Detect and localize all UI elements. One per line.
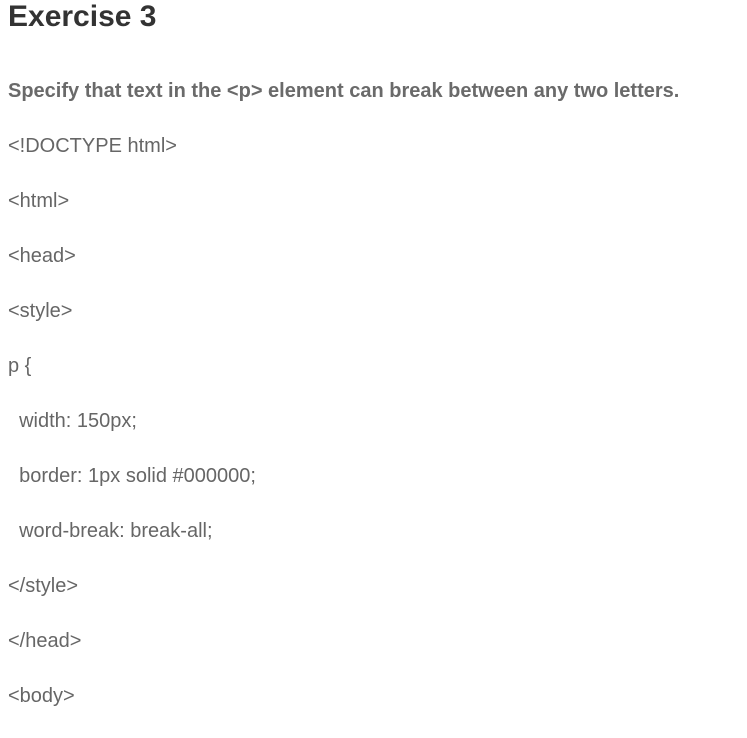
code-listing: <!DOCTYPE html> <html> <head> <style> p … bbox=[8, 133, 256, 738]
code-line: <!DOCTYPE html> bbox=[8, 135, 177, 157]
code-line: p { bbox=[8, 355, 32, 377]
code-line: <head> bbox=[8, 245, 76, 267]
code-line: word-break: break-all; bbox=[8, 520, 213, 542]
code-line: <body> bbox=[8, 685, 75, 707]
exercise-instruction: Specify that text in the <p> element can… bbox=[8, 80, 680, 102]
code-line: </head> bbox=[8, 630, 82, 652]
code-line: width: 150px; bbox=[8, 410, 137, 432]
code-line: </style> bbox=[8, 575, 79, 597]
code-line: <html> bbox=[8, 190, 70, 212]
code-line: <style> bbox=[8, 300, 73, 322]
code-line: border: 1px solid #000000; bbox=[8, 465, 256, 487]
exercise-title: Exercise 3 bbox=[8, 0, 157, 33]
